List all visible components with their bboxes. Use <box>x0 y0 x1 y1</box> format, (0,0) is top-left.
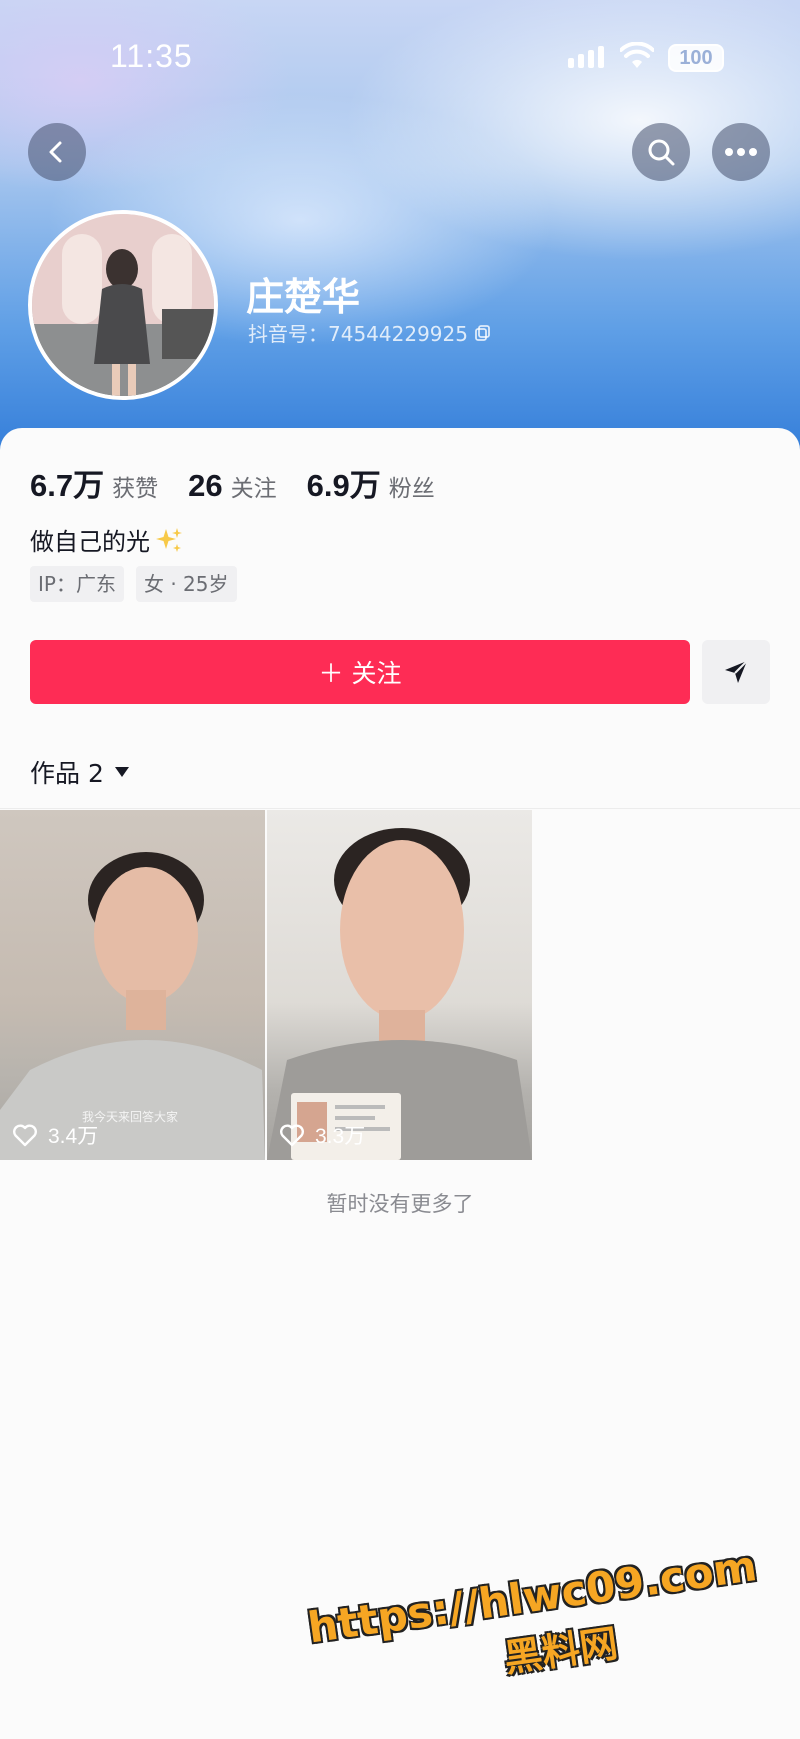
stat-likes[interactable]: 6.7万 获赞 <box>30 460 158 505</box>
stat-followers-label: 粉丝 <box>388 476 435 502</box>
video-likes-count: 3.3万 <box>315 1125 366 1148</box>
works-tab[interactable]: 作品 2 <box>30 754 130 790</box>
profile-name: 庄楚华 <box>246 275 361 319</box>
battery-indicator: 100 <box>668 44 724 72</box>
works-grid: 我今天来回答大家 3.4万 3.3万 <box>0 810 532 1160</box>
sparkles-icon <box>156 527 182 552</box>
douyin-id-text: 抖音号：74544229925 <box>248 322 468 346</box>
share-button[interactable] <box>702 640 770 704</box>
status-time: 11:35 <box>110 38 193 74</box>
video-likes-count: 3.4万 <box>48 1125 99 1148</box>
bio-text: 做自己的光 <box>30 528 150 556</box>
back-icon <box>49 141 62 163</box>
stat-following[interactable]: 26 关注 <box>188 468 276 504</box>
video-thumbnail-image <box>267 828 532 1160</box>
profile-stats: 6.7万 获赞 26 关注 6.9万 粉丝 <box>30 460 435 505</box>
douyin-id: 抖音号：74544229925 <box>248 318 492 347</box>
stat-followers-number: 6.9万 <box>306 468 381 503</box>
dropdown-icon <box>114 767 129 777</box>
video-thumbnail[interactable]: 我今天来回答大家 3.4万 <box>0 810 265 1160</box>
profile-bio: 做自己的光 <box>30 522 184 557</box>
search-icon <box>648 139 675 166</box>
back-button[interactable] <box>28 123 86 181</box>
tag-ip: IP：广东 <box>30 566 124 602</box>
stat-following-number: 26 <box>188 468 223 503</box>
status-bar: 11:35 100 <box>0 0 800 110</box>
no-more-text: 暂时没有更多了 <box>326 1192 474 1216</box>
avatar[interactable] <box>28 210 218 400</box>
more-icon <box>725 148 757 156</box>
signal-icon <box>568 46 604 68</box>
video-thumbnail[interactable]: 3.3万 <box>267 810 532 1160</box>
stat-followers[interactable]: 6.9万 粉丝 <box>307 460 435 505</box>
video-likes: 3.4万 <box>12 1120 98 1150</box>
video-likes: 3.3万 <box>279 1120 365 1150</box>
heart-icon <box>13 1124 37 1147</box>
wifi-icon <box>620 42 654 68</box>
stat-likes-number: 6.7万 <box>30 468 105 503</box>
avatar-photo <box>32 214 214 396</box>
more-button[interactable] <box>712 123 770 181</box>
works-tab-label: 作品 2 <box>30 759 104 788</box>
works-divider <box>0 808 800 809</box>
search-button[interactable] <box>632 123 690 181</box>
share-icon <box>725 660 748 683</box>
copy-icon[interactable] <box>474 324 492 342</box>
profile-tags: IP：广东 女 · 25岁 <box>30 566 237 602</box>
heart-icon <box>280 1124 304 1147</box>
stat-likes-label: 获赞 <box>112 476 159 502</box>
follow-button[interactable]: ＋ 关注 <box>30 640 690 704</box>
stat-following-label: 关注 <box>230 476 277 502</box>
follow-button-label: ＋ 关注 <box>318 659 402 688</box>
tag-gender-age: 女 · 25岁 <box>135 566 237 602</box>
